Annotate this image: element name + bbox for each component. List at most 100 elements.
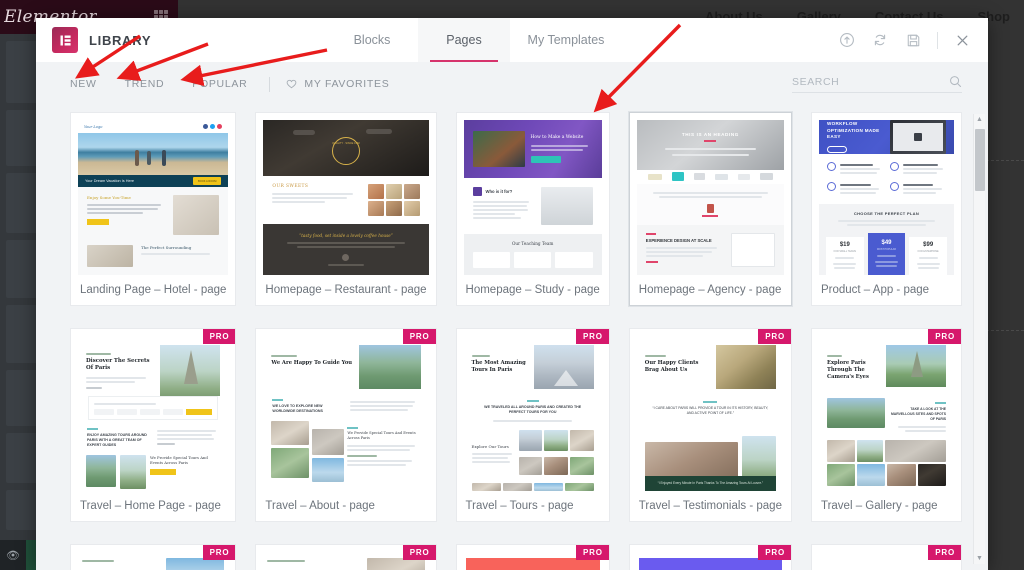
library-tabs: Blocks Pages My Templates — [326, 18, 622, 62]
hero-caption: Your Dream Vacation Is Here — [85, 179, 134, 184]
section-title: The Perfect Surrounding — [141, 245, 192, 250]
hero-title: Discover The Secrets Of Paris — [86, 358, 150, 372]
quote-text: “I CARE ABOUT PARIS WILL PROVIDE A TOUR … — [652, 405, 769, 415]
price: $99 — [923, 242, 934, 248]
hero-title: The Most Amazing Tours In Paris — [471, 360, 526, 374]
template-card[interactable]: QUALITY · SINCE 1982 OUR SWEETS “tasty f… — [255, 112, 437, 306]
template-card[interactable]: PRO Our Happy Clients Brag About Us “I C… — [628, 328, 792, 522]
section-title: Enjoy Some You-Time — [87, 195, 131, 200]
pro-badge: PRO — [202, 545, 236, 560]
search-input[interactable] — [792, 75, 949, 88]
template-thumbnail: WORKFLOW OPTIMIZATION MADE EASY CHOOSE T… — [818, 120, 954, 275]
section-title: ENJOY AMAZING TOURS AROUND PARIS WITH A … — [87, 432, 147, 448]
template-thumbnail: THIS IS AN HEADING EXPERIENCE DESIGN AT … — [636, 120, 784, 275]
template-name: Travel – Gallery - page — [820, 500, 938, 512]
filter-my-favorites[interactable]: MY FAVORITES — [278, 78, 389, 90]
pro-badge: PRO — [576, 545, 609, 560]
tab-blocks[interactable]: Blocks — [326, 18, 418, 62]
section-title: Explore Our Tours — [471, 443, 509, 449]
section-title: We Provide Special Tours And Events Acro… — [150, 454, 208, 465]
template-name: Travel – Tours - page — [465, 500, 574, 512]
template-thumbnail: Discover The Secrets Of Paris ENJOY AMAZ… — [78, 336, 229, 491]
library-header-actions — [838, 18, 988, 62]
template-name: Homepage – Study - page — [465, 284, 600, 296]
template-card[interactable]: PRO — [70, 544, 237, 570]
template-thumbnail: The Most Amazing Tours In Paris WE TRAVE… — [463, 336, 602, 491]
scrollbar-thumb[interactable] — [975, 129, 985, 191]
template-library-modal: LIBRARY Blocks Pages My Templates NEW TR… — [36, 18, 988, 570]
pro-badge: PRO — [202, 329, 236, 344]
library-filters: NEW TREND POPULAR MY FAVORITES — [70, 76, 389, 92]
template-card[interactable]: PRO — [455, 544, 610, 570]
template-card[interactable]: WORKFLOW OPTIMIZATION MADE EASY CHOOSE T… — [810, 112, 962, 306]
elementor-logo-icon — [52, 27, 78, 53]
sync-icon[interactable] — [871, 31, 889, 49]
template-card[interactable]: How to Make a Website Who is it for? Our… — [455, 112, 610, 306]
tab-pages[interactable]: Pages — [418, 18, 510, 62]
caret-down-icon[interactable]: ▼ — [976, 553, 983, 564]
social-icons — [203, 124, 223, 129]
filter-popular[interactable]: POPULAR — [178, 78, 261, 90]
eye-icon[interactable]: 👁 — [0, 549, 26, 562]
template-card[interactable]: Your Logo Your Dream Vacation Is Here BO… — [70, 112, 237, 306]
pro-badge: PRO — [758, 329, 791, 344]
template-name: Homepage – Restaurant - page — [265, 284, 427, 296]
section-title: Who is it for? — [485, 189, 513, 194]
tab-my-templates[interactable]: My Templates — [510, 18, 622, 62]
template-thumbnail: Your Logo Your Dream Vacation Is Here BO… — [78, 120, 229, 275]
template-name: Product – App - page — [820, 284, 930, 296]
template-card[interactable]: PRO Explore Paris Through The Camera's E… — [810, 328, 962, 522]
hero-image: WORKFLOW OPTIMIZATION MADE EASY — [818, 120, 954, 154]
template-name: Travel – Home Page - page — [80, 500, 221, 512]
hero-caption-band: Your Dream Vacation Is Here BOOK A ROOM — [78, 175, 229, 187]
hero-image: QUALITY · SINCE 1982 — [263, 120, 429, 176]
quote-band: “I Enjoyed Every Minute In Paris Thanks … — [644, 475, 776, 491]
hero-badge: QUALITY · SINCE 1982 — [332, 142, 360, 146]
upload-icon[interactable] — [838, 31, 856, 49]
logo-strip — [636, 169, 784, 184]
hero-title: How to Make a Website — [530, 135, 584, 141]
template-card[interactable]: THIS IS AN HEADING EXPERIENCE DESIGN AT … — [628, 112, 792, 306]
template-name: Landing Page – Hotel - page — [80, 284, 227, 296]
template-card[interactable]: PRO — [810, 544, 962, 570]
template-card[interactable]: PRO Discover The Secrets Of Paris ENJOY … — [70, 328, 237, 522]
hero-image: How to Make a Website — [463, 120, 602, 178]
price: $49 — [881, 240, 892, 246]
hero-title: We Are Happy To Guide You — [271, 360, 353, 366]
hero-title: THIS IS AN HEADING — [681, 132, 739, 138]
my-favorites-label: MY FAVORITES — [304, 78, 390, 90]
section-title: WE LOVE TO EXPLORE NEW WORLDWIDE DESTINA… — [272, 403, 323, 413]
section-title: TAKE A LOOK AT THE MARVELLOUS SITES AND … — [890, 406, 946, 421]
section-title: Our Teaching Team — [511, 241, 554, 246]
section-title: We Provide Special Tours And Events Acro… — [347, 430, 416, 440]
pro-badge: PRO — [758, 545, 791, 560]
caret-up-icon[interactable]: ▲ — [976, 114, 983, 125]
template-thumbnail: Explore Paris Through The Camera's Eyes … — [818, 336, 954, 491]
hero-image — [78, 133, 229, 176]
template-card[interactable]: PRO — [255, 544, 437, 570]
close-icon[interactable] — [953, 31, 971, 49]
library-search[interactable] — [792, 75, 962, 93]
pro-badge: PRO — [402, 545, 436, 560]
header-divider — [937, 31, 938, 49]
template-card[interactable]: PRO — [628, 544, 792, 570]
template-name: Travel – About - page — [265, 500, 375, 512]
quote-band: “tasty food, set inside a lovely coffee … — [263, 224, 429, 275]
save-icon[interactable] — [904, 31, 922, 49]
filter-trend[interactable]: TREND — [111, 78, 179, 90]
template-grid-scroll[interactable]: Your Logo Your Dream Vacation Is Here BO… — [36, 106, 988, 570]
search-icon[interactable] — [949, 75, 962, 88]
thumb-logo: Your Logo — [84, 124, 103, 129]
pro-badge: PRO — [402, 329, 436, 344]
filter-new[interactable]: NEW — [70, 78, 111, 90]
library-scrollbar[interactable]: ▲ ▼ — [973, 114, 985, 564]
template-name: Travel – Testimonials - page — [638, 500, 782, 512]
scrollbar-track[interactable] — [974, 125, 985, 553]
pro-badge: PRO — [928, 329, 961, 344]
template-card[interactable]: PRO The Most Amazing Tours In Paris WE T… — [455, 328, 610, 522]
template-card[interactable]: PRO We Are Happy To Guide You WE LOVE TO… — [255, 328, 437, 522]
library-brand: LIBRARY — [36, 18, 326, 62]
library-header: LIBRARY Blocks Pages My Templates — [36, 18, 988, 62]
hero-title: Our Happy Clients Brag About Us — [644, 360, 699, 374]
pro-badge: PRO — [576, 329, 609, 344]
